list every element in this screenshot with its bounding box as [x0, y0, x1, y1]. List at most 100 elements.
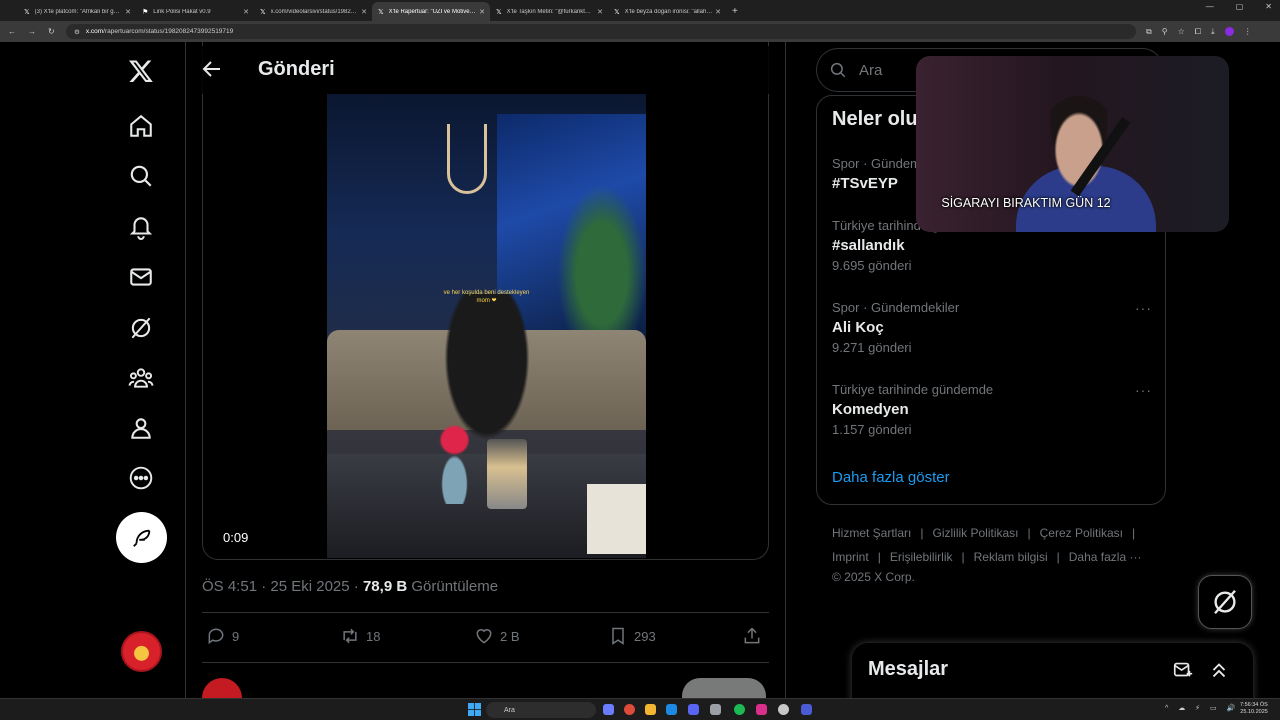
communities-icon[interactable] [116, 353, 166, 403]
back-icon[interactable]: ← [8, 27, 16, 36]
system-clock[interactable]: 7:56:34 ÖS 25.10.2025 [1240, 702, 1268, 716]
browser-tab[interactable]: 𝕏 X'te beyza dogan ironisi: "allah… ✕ [608, 2, 726, 21]
chrome-icon[interactable] [624, 704, 635, 715]
more-options-icon[interactable] [116, 453, 166, 503]
video-scene-book [587, 484, 646, 554]
taskbar-app-icon[interactable] [801, 704, 812, 715]
minimize-icon[interactable]: — [1206, 2, 1214, 11]
file-explorer-icon[interactable] [645, 704, 656, 715]
taskbar-search-input[interactable]: Ara [486, 702, 596, 718]
bookmark-icon [612, 627, 624, 645]
reload-icon[interactable]: ↻ [48, 27, 55, 36]
back-arrow-icon[interactable] [200, 57, 224, 81]
zoom-icon[interactable]: ⚲ [1162, 27, 1168, 36]
browser-tab[interactable]: ⚑ Link Polisi Hakat v0.9 ✕ [136, 2, 254, 21]
messages-envelope-icon[interactable] [116, 252, 166, 302]
taskbar-app-icon[interactable] [756, 704, 767, 715]
post-time[interactable]: ÖS 4:51 [202, 578, 257, 595]
footer-links-row: Imprint | Erişilebilirlik | Reklam bilgisi | D… [832, 550, 1142, 564]
more-options-icon[interactable]: ··· [1135, 382, 1152, 398]
new-tab-button[interactable]: + [726, 2, 744, 21]
home-icon[interactable] [116, 101, 166, 151]
browser-tab[interactable]: 𝕏x.com/videolarsivi/status/1982… ✕ [254, 2, 372, 21]
x-logo-icon: 𝕏 [378, 8, 384, 16]
grok-icon [1214, 589, 1236, 615]
footer-link[interactable]: Erişilebilirlik [890, 550, 953, 564]
download-icon[interactable]: ⤓ [1211, 27, 1215, 37]
discord-icon[interactable] [688, 704, 699, 715]
expand-chevron-up-icon[interactable] [1208, 659, 1230, 681]
post-compose-button[interactable] [116, 512, 167, 563]
bookmark-button[interactable]: 293 [608, 626, 656, 646]
footer-link[interactable]: Çerez Politikası [1040, 526, 1123, 540]
post-date[interactable]: 25 Eki 2025 [270, 578, 349, 595]
close-tab-icon[interactable]: ✕ [361, 8, 367, 16]
browser-tab[interactable]: 𝕏 X'te Taşkın Metin: "@furkankt… ✕ [490, 2, 608, 21]
windows-start-icon[interactable] [468, 703, 481, 716]
x-logo-icon[interactable] [116, 46, 166, 96]
menu-icon[interactable]: ⋮ [1244, 27, 1252, 36]
notifications-bell-icon[interactable] [116, 202, 166, 252]
new-message-icon[interactable] [1172, 659, 1194, 681]
repost-button[interactable]: 18 [340, 626, 380, 646]
taskbar-app-icon[interactable] [778, 704, 789, 715]
post-media-container[interactable]: ve her koşulda beni destekleyen mom ❤ 0:… [202, 42, 769, 560]
page-icon: ⚑ [142, 8, 149, 16]
account-avatar[interactable] [121, 631, 162, 672]
reply-button[interactable]: 9 [206, 626, 239, 646]
post-actions: 9 18 2 B 293 [202, 622, 769, 652]
profile-avatar[interactable] [1224, 27, 1234, 36]
close-tab-icon[interactable]: ✕ [125, 8, 131, 16]
like-button[interactable]: 2 B [474, 626, 520, 646]
spotify-icon[interactable] [734, 704, 745, 715]
show-more-link[interactable]: Daha fazla göster [832, 469, 950, 486]
footer-link[interactable]: Daha fazla ··· [1069, 550, 1142, 564]
video-player[interactable]: ve her koşulda beni destekleyen mom ❤ [327, 94, 646, 558]
footer-link[interactable]: Gizlilik Politikası [932, 526, 1018, 540]
browser-tab[interactable]: 𝕏 (3) X'te platcom: "Afrikalı bir g… ✕ [18, 2, 136, 21]
system-tray-icons[interactable]: ^ ☁ ⚡ ▭ 🔊 [1165, 704, 1239, 712]
install-icon[interactable]: ⧉ [1146, 27, 1152, 37]
post-meta: ÖS 4:51 · 25 Eki 2025 · 78,9 B Görüntüle… [202, 578, 499, 595]
close-tab-icon[interactable]: ✕ [243, 8, 249, 16]
profile-icon[interactable] [116, 403, 166, 453]
taskbar-app-icon[interactable] [666, 704, 677, 715]
video-timestamp: 0:09 [223, 530, 249, 545]
window-controls: — ▢ ✕ [1206, 2, 1272, 11]
url-path: /rapertuarcom/status/1982082473992519719 [103, 28, 234, 35]
share-icon [744, 627, 760, 644]
bookmark-star-icon[interactable]: ☆ [1178, 27, 1185, 36]
url-field[interactable]: ⚙ x.com/rapertuarcom/status/198208247399… [66, 24, 1136, 39]
video-scene-plant [557, 184, 646, 334]
os-taskbar: Ara ^ ☁ ⚡ ▭ 🔊 7:56:34 ÖS 25.10.2025 [0, 698, 1280, 720]
footer-link[interactable]: Imprint [832, 550, 869, 564]
address-bar-row: ← → ↻ ⚙ x.com/rapertuarcom/status/198208… [0, 21, 1280, 42]
reply-submit-button[interactable] [682, 678, 766, 698]
grok-icon[interactable] [116, 303, 166, 353]
close-tab-icon[interactable]: ✕ [597, 8, 603, 16]
trend-item[interactable]: Spor · Gündemdekiler Ali Koç 9.271 gönde… [832, 300, 1152, 355]
forward-icon[interactable]: → [28, 27, 36, 36]
footer-link[interactable]: Hizmet Şartları [832, 526, 911, 540]
footer-links-row: Hizmet Şartları | Gizlilik Politikası | Çere… [832, 526, 1136, 540]
maximize-icon[interactable]: ▢ [1236, 2, 1244, 11]
close-tab-icon[interactable]: ✕ [715, 8, 721, 16]
search-icon[interactable] [116, 151, 166, 201]
extensions-icon[interactable]: ⧠ [1195, 27, 1201, 37]
webcam-overlay-text: SİGARAYI BIRAKTIM GÜN 12 [941, 196, 1111, 210]
close-window-icon[interactable]: ✕ [1265, 2, 1272, 11]
site-info-icon[interactable]: ⚙ [74, 28, 80, 36]
messages-title: Mesajlar [868, 658, 949, 680]
footer-link[interactable]: Reklam bilgisi [974, 550, 1048, 564]
close-tab-icon[interactable]: ✕ [479, 8, 485, 16]
page-title: Gönderi [258, 58, 335, 80]
share-button[interactable] [742, 626, 762, 646]
video-scene-lantern [487, 439, 527, 509]
taskbar-app-icon[interactable] [710, 704, 721, 715]
trend-item[interactable]: Türkiye tarihinde gündemde Komedyen 1.15… [832, 382, 1152, 437]
divider [202, 612, 769, 613]
taskbar-app-icon[interactable] [603, 704, 614, 715]
browser-tab-active[interactable]: 𝕏 X'te Rapertuar: "UZİ ve Motive… ✕ [372, 2, 490, 21]
grok-floating-button[interactable] [1198, 575, 1252, 629]
more-options-icon[interactable]: ··· [1135, 300, 1152, 316]
